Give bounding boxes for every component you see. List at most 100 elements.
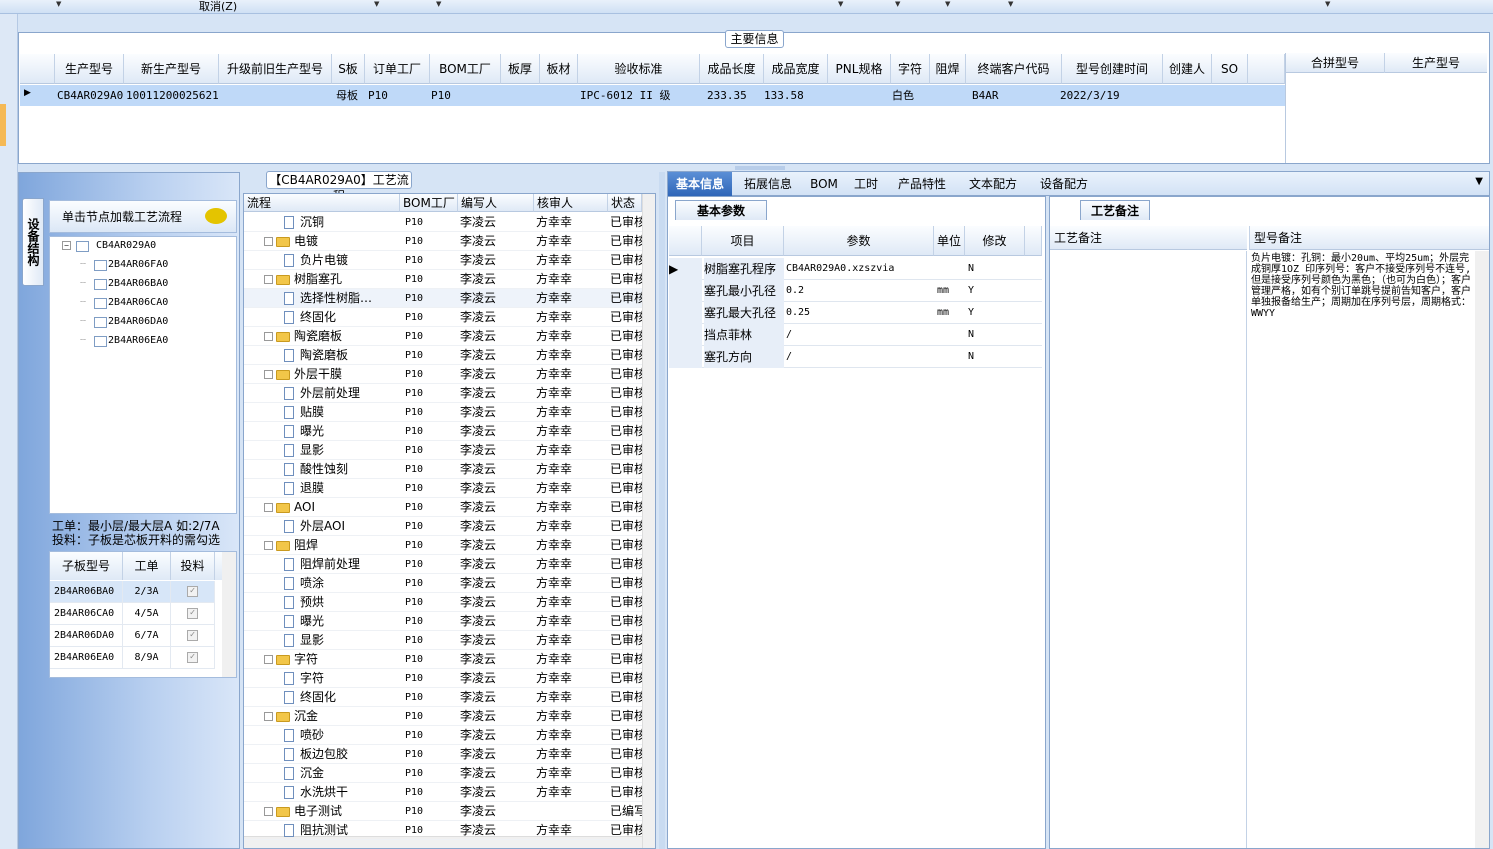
process-row[interactable]: 水洗烘干P10李凌云方幸幸已审核 [244,783,642,802]
dropdown-arrow-icon[interactable]: ▼ [945,0,950,8]
main-info-cell[interactable]: B4AR [972,86,999,106]
process-row[interactable]: −字符P10李凌云方幸幸已审核 [244,650,642,669]
main-info-cell[interactable]: 233.35 [707,86,747,106]
process-row[interactable]: 沉金P10李凌云方幸幸已审核 [244,764,642,783]
merge-col-header[interactable]: 生产型号 [1384,53,1487,73]
process-row[interactable]: 显影P10李凌云方幸幸已审核 [244,441,642,460]
main-col-header[interactable]: 型号创建时间 [1062,54,1163,84]
vertical-scrollbar[interactable] [222,552,236,677]
basic-item-cell[interactable]: 塞孔方向 [704,346,784,368]
dropdown-arrow-icon[interactable]: ▼ [1325,0,1330,8]
main-col-header[interactable]: 成品宽度 [764,54,828,84]
process-row[interactable]: 板边包胶P10李凌云方幸幸已审核 [244,745,642,764]
basic-col-header[interactable]: 项目 [702,226,784,256]
process-row[interactable]: 终固化P10李凌云方幸幸已审核 [244,688,642,707]
sub-model-cell[interactable]: 2B4AR06EA0 [50,647,123,669]
process-col-header[interactable]: 状态 [608,194,642,212]
basic-col-header[interactable]: 单位 [934,226,965,256]
main-col-header[interactable]: 新生产型号 [124,54,219,84]
tree-root[interactable]: − CB4AR029A0 [62,240,156,252]
feed-checkbox[interactable]: ✓ [187,586,198,597]
tab-device-structure[interactable]: 设备结构 [22,198,44,286]
tree-node[interactable]: ┄ 2B4AR06EA0 [80,335,168,347]
process-row[interactable]: 曝光P10李凌云方幸幸已审核 [244,422,642,441]
process-row[interactable]: 退膜P10李凌云方幸幸已审核 [244,479,642,498]
process-row[interactable]: −树脂塞孔P10李凌云方幸幸已审核 [244,270,642,289]
basic-param-cell[interactable]: CB4AR029A0.xzszvia [786,258,934,280]
basic-param-cell[interactable]: 0.2 [786,280,934,302]
process-row[interactable]: 喷涂P10李凌云方幸幸已审核 [244,574,642,593]
merge-col-header[interactable]: 合拼型号 [1286,53,1384,73]
basic-unit-cell[interactable]: mm [937,302,965,324]
process-row[interactable]: −陶瓷磨板P10李凌云方幸幸已审核 [244,327,642,346]
basic-item-cell[interactable]: 挡点菲林 [704,324,784,346]
process-col-header[interactable]: 核审人 [534,194,608,212]
feed-checkbox[interactable]: ✓ [187,630,198,641]
process-row[interactable]: 负片电镀P10李凌云方幸幸已审核 [244,251,642,270]
basic-row[interactable]: ▶ 树脂塞孔程序 CB4AR029A0.xzszvia N [669,258,1042,280]
basic-row[interactable]: 塞孔最大孔径 0.25 mm Y [669,302,1042,324]
process-row[interactable]: 曝光P10李凌云方幸幸已审核 [244,612,642,631]
process-row[interactable]: 外层AOIP10李凌云方幸幸已审核 [244,517,642,536]
process-row[interactable]: 选择性树脂…P10李凌云方幸幸已审核 [244,289,642,308]
collapse-icon[interactable]: − [264,237,273,246]
sub-order-cell[interactable]: 6/7A [123,625,171,647]
basic-mod-cell[interactable]: N [968,346,1024,368]
process-col-header[interactable]: 编写人 [458,194,534,212]
process-row[interactable]: 字符P10李凌云方幸幸已审核 [244,669,642,688]
process-row[interactable]: −AOIP10李凌云方幸幸已审核 [244,498,642,517]
collapse-icon[interactable]: − [264,712,273,721]
vertical-scrollbar[interactable] [1475,251,1489,848]
basic-col-header[interactable]: 修改 [965,226,1025,256]
process-row[interactable]: 终固化P10李凌云方幸幸已审核 [244,308,642,327]
basic-item-cell[interactable]: 塞孔最小孔径 [704,280,784,302]
main-info-cell[interactable]: 2022/3/19 [1060,86,1120,106]
main-col-header[interactable]: 终端客户代码 [966,54,1062,84]
basic-mod-cell[interactable]: N [968,324,1024,346]
basic-param-cell[interactable]: / [786,324,934,346]
model-remark-text[interactable]: 负片电镀：孔铜：最小20um、平均25um；外层完成铜厚1OZ 印序列号：客户不… [1251,253,1473,843]
collapse-icon[interactable]: − [264,655,273,664]
feed-checkbox[interactable]: ✓ [187,652,198,663]
process-row[interactable]: −电子测试P10李凌云已编写 [244,802,642,821]
collapse-icon[interactable]: − [264,275,273,284]
tree-node[interactable]: ┄ 2B4AR06CA0 [80,297,168,309]
main-col-header[interactable]: 成品长度 [700,54,764,84]
basic-param-cell[interactable]: 0.25 [786,302,934,324]
basic-mod-cell[interactable]: N [968,258,1024,280]
sub-col-header[interactable]: 投料 [171,552,215,580]
main-info-cell[interactable]: IPC-6012 II 级 [580,86,670,106]
tab-0[interactable]: 基本信息 [668,172,732,196]
main-col-header[interactable]: 字符 [891,54,930,84]
process-col-header[interactable]: BOM工厂 [400,194,458,212]
main-info-cell[interactable]: 母板 [336,86,358,106]
tab-menu-arrow-icon[interactable]: ▼ [1475,176,1483,187]
sub-order-cell[interactable]: 2/3A [123,581,171,603]
tree-node[interactable]: ┄ 2B4AR06BA0 [80,278,168,290]
cancel-button[interactable]: 取消(Z) [199,0,237,14]
main-info-cell[interactable]: CB4AR029A0 [57,86,123,106]
basic-row[interactable]: 塞孔最小孔径 0.2 mm Y [669,280,1042,302]
dropdown-arrow-icon[interactable]: ▼ [895,0,900,8]
basic-unit-cell[interactable]: mm [937,280,965,302]
tab-2[interactable]: BOM [804,172,844,196]
process-row[interactable]: 喷砂P10李凌云方幸幸已审核 [244,726,642,745]
basic-row[interactable]: 挡点菲林 / N [669,324,1042,346]
main-info-cell[interactable]: P10 [431,86,451,106]
process-row[interactable]: −外层干膜P10李凌云方幸幸已审核 [244,365,642,384]
tab-6[interactable]: 设备配方 [1030,172,1098,196]
splitter-handle[interactable] [735,166,785,170]
main-col-header[interactable]: 升级前旧生产型号 [219,54,332,84]
collapse-icon[interactable]: − [264,503,273,512]
main-info-cell[interactable]: 133.58 [764,86,804,106]
main-col-header[interactable]: 阻焊 [930,54,966,84]
tab-5[interactable]: 文本配方 [958,172,1028,196]
process-row[interactable]: −沉金P10李凌云方幸幸已审核 [244,707,642,726]
process-col-header[interactable]: 流程 [244,194,400,212]
tree-node[interactable]: ┄ 2B4AR06DA0 [80,316,168,328]
tab-3[interactable]: 工时 [846,172,886,196]
tree-node[interactable]: ┄ 2B4AR06FA0 [80,259,168,271]
main-col-header[interactable]: 板材 [540,54,578,84]
sub-model-cell[interactable]: 2B4AR06DA0 [50,625,123,647]
splitter-handle[interactable] [659,172,665,849]
